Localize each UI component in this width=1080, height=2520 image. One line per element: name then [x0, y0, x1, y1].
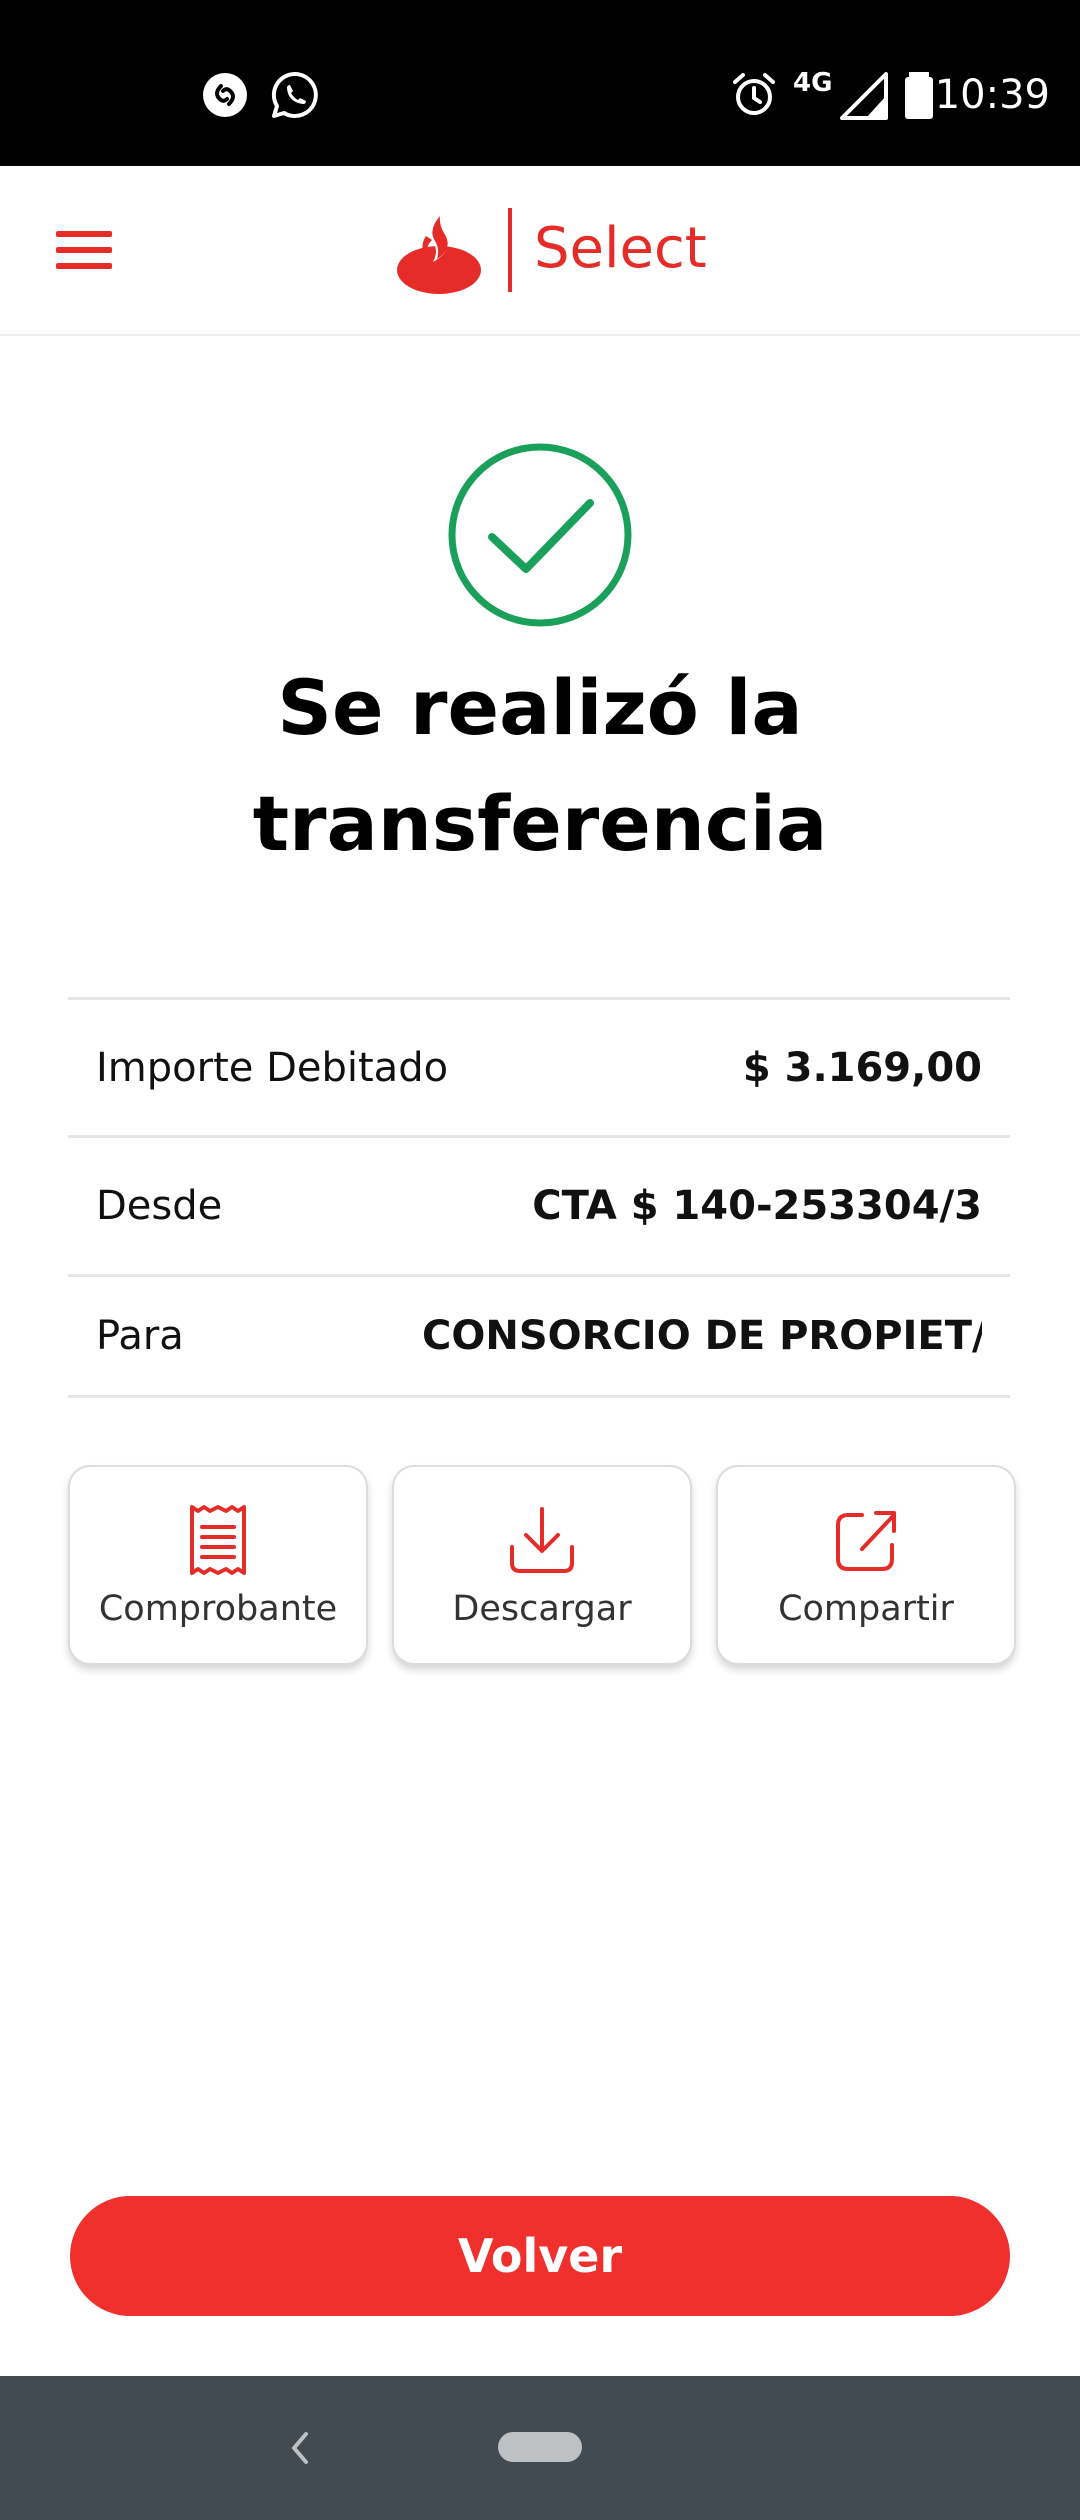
- detail-value: CONSORCIO DE PROPIET/: [422, 1313, 982, 1359]
- network-type-label: 4G: [793, 68, 833, 98]
- success-check-icon: [448, 443, 632, 627]
- download-icon: [510, 1507, 574, 1573]
- receipt-button[interactable]: Comprobante: [68, 1465, 368, 1665]
- santander-flame-logo: [397, 214, 481, 294]
- back-icon[interactable]: [280, 2418, 318, 2478]
- detail-row-from: Desde CTA $ 140-253304/3: [68, 1135, 1010, 1274]
- detail-value: CTA $ 140-253304/3: [532, 1183, 982, 1229]
- receipt-label: Comprobante: [98, 1589, 338, 1629]
- receipt-icon: [190, 1505, 246, 1575]
- share-button[interactable]: Compartir: [716, 1465, 1016, 1665]
- brand-divider: [508, 208, 512, 292]
- detail-label: Importe Debitado: [96, 1044, 449, 1091]
- shazam-icon: [203, 73, 247, 117]
- signal-icon: [840, 72, 888, 120]
- share-label: Compartir: [778, 1589, 954, 1629]
- alarm-icon: [733, 73, 775, 115]
- whatsapp-icon: [271, 71, 318, 118]
- detail-row-to: Para CONSORCIO DE PROPIET/: [68, 1274, 1010, 1398]
- status-bar: 4G 10:39: [0, 0, 1080, 166]
- clock-time: 10:39: [934, 72, 1050, 118]
- hamburger-menu-button[interactable]: [48, 218, 120, 282]
- download-label: Descargar: [452, 1589, 632, 1629]
- detail-value: $ 3.169,00: [742, 1044, 982, 1091]
- system-nav-bar: [0, 2376, 1080, 2520]
- detail-row-amount: Importe Debitado $ 3.169,00: [68, 997, 1010, 1135]
- share-icon: [836, 1511, 896, 1571]
- menu-icon: [56, 231, 112, 237]
- app-header: Select: [0, 166, 1080, 336]
- action-cards: Comprobante Descargar Compartir: [68, 1465, 1016, 1665]
- detail-label: Desde: [96, 1183, 223, 1229]
- volver-button[interactable]: Volver: [70, 2196, 1010, 2316]
- transfer-details: Importe Debitado $ 3.169,00 Desde CTA $ …: [68, 997, 1010, 1398]
- home-pill-button[interactable]: [498, 2432, 582, 2462]
- brand-name: Select: [534, 216, 707, 281]
- detail-label: Para: [96, 1313, 184, 1359]
- transfer-success-screen: 4G 10:39 Select Se realizó la transferen…: [0, 0, 1080, 2520]
- success-title: Se realizó la transferencia: [252, 663, 828, 868]
- download-button[interactable]: Descargar: [392, 1465, 692, 1665]
